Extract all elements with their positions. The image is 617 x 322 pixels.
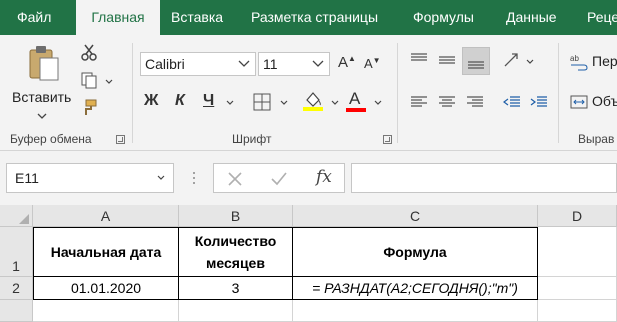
align-bottom-button[interactable]: [462, 47, 490, 75]
align-top-icon[interactable]: [410, 53, 428, 67]
font-color-button[interactable]: A: [346, 89, 368, 113]
resize-handle-icon[interactable]: [192, 171, 196, 185]
group-divider: [558, 43, 559, 143]
font-group-label: Шрифт: [232, 132, 272, 146]
merge-cells-icon: [570, 95, 588, 109]
decrease-indent-icon[interactable]: [503, 95, 521, 109]
cut-icon[interactable]: [80, 43, 98, 61]
chevron-down-icon: [238, 60, 250, 67]
underline-button[interactable]: Ч: [203, 92, 223, 114]
column-header-a[interactable]: A: [33, 205, 179, 227]
tab-data[interactable]: Данные: [506, 0, 557, 35]
tab-page-layout[interactable]: Разметка страницы: [251, 0, 378, 35]
increase-indent-icon[interactable]: [530, 95, 548, 109]
row-header-3[interactable]: [0, 300, 33, 322]
tab-file[interactable]: Файл: [17, 0, 51, 35]
cell-d1[interactable]: [538, 227, 617, 277]
shrink-font-button[interactable]: A▼: [364, 56, 382, 76]
chevron-down-icon[interactable]: [280, 100, 288, 105]
caret-down-icon: ▼: [372, 56, 381, 65]
tab-review[interactable]: Реце: [587, 0, 617, 35]
cell-b1[interactable]: Количество месяцев: [179, 227, 293, 277]
chevron-down-icon[interactable]: [105, 79, 113, 84]
tab-insert[interactable]: Вставка: [171, 0, 223, 35]
italic-button[interactable]: К: [175, 92, 195, 114]
clipboard-group-label: Буфер обмена: [10, 132, 92, 146]
column-header-d[interactable]: D: [538, 205, 617, 227]
font-color-label: A: [349, 89, 361, 108]
chevron-down-icon[interactable]: [374, 100, 382, 105]
cell-b3[interactable]: [179, 300, 293, 322]
worksheet-grid: A B C D 1 2 Начальная дата Количество ме…: [0, 205, 617, 322]
cancel-icon[interactable]: [227, 171, 243, 187]
clipboard-dialog-launcher[interactable]: [116, 135, 125, 144]
formula-buttons: fx: [213, 163, 345, 193]
column-header-b[interactable]: B: [179, 205, 293, 227]
shrink-font-label: A: [364, 56, 373, 71]
align-middle-icon[interactable]: [438, 53, 456, 67]
format-painter-icon[interactable]: [80, 99, 98, 117]
column-header-c[interactable]: C: [293, 205, 538, 227]
font-name-select[interactable]: Calibri: [140, 52, 256, 76]
font-size-select[interactable]: 11: [258, 52, 330, 76]
row-header-2[interactable]: 2: [0, 277, 33, 300]
row-header-1[interactable]: 1: [0, 227, 33, 277]
select-all-corner[interactable]: [0, 205, 33, 227]
tab-home[interactable]: Главная: [76, 0, 160, 36]
merge-center-label: Объ: [592, 93, 617, 109]
caret-up-icon: ▲: [348, 54, 356, 63]
paste-button[interactable]: Вставить: [6, 43, 76, 128]
cell-a2[interactable]: 01.01.2020: [33, 277, 179, 300]
group-divider: [397, 43, 398, 143]
select-all-icon: [19, 214, 29, 224]
align-left-icon[interactable]: [410, 95, 428, 109]
chevron-down-icon[interactable]: [526, 59, 534, 64]
font-dialog-launcher[interactable]: [383, 135, 392, 144]
align-bottom-icon: [468, 61, 484, 69]
font-name-value: Calibri: [145, 56, 185, 72]
chevron-down-icon[interactable]: [226, 100, 234, 105]
ribbon-tab-bar: Файл Главная Вставка Разметка страницы Ф…: [0, 0, 617, 36]
wrap-text-button[interactable]: ab Пер: [568, 51, 617, 73]
cell-a1[interactable]: Начальная дата: [33, 227, 179, 277]
ribbon: Вставить Буфер обмена Calibri 11 A▲ A▼ Ж…: [0, 35, 617, 151]
font-color-swatch: [346, 108, 366, 112]
merge-center-button[interactable]: Объ: [568, 91, 617, 113]
fill-color-icon[interactable]: [302, 90, 324, 112]
cell-b2[interactable]: 3: [179, 277, 293, 300]
name-box[interactable]: E11: [6, 163, 174, 193]
cell-d2[interactable]: [538, 277, 617, 300]
paste-label: Вставить: [12, 89, 72, 105]
wrap-text-icon: ab: [570, 54, 588, 71]
copy-icon[interactable]: [80, 71, 98, 89]
insert-function-button[interactable]: fx: [316, 167, 332, 187]
align-right-icon[interactable]: [466, 95, 484, 109]
formula-input[interactable]: [351, 163, 617, 193]
chevron-down-icon: [312, 60, 324, 67]
orientation-icon[interactable]: [502, 51, 522, 69]
cell-c3[interactable]: [293, 300, 538, 322]
alignment-group-label: Вырав: [578, 132, 615, 146]
cell-c2[interactable]: = РАЗНДАТ(A2;СЕГОДНЯ();"m"): [293, 277, 538, 300]
grow-font-button[interactable]: A▲: [338, 54, 356, 74]
cell-c1[interactable]: Формула: [293, 227, 538, 277]
chevron-down-icon: [37, 113, 47, 119]
tab-formulas[interactable]: Формулы: [413, 0, 474, 35]
cell-d3[interactable]: [538, 300, 617, 322]
cell-a3[interactable]: [33, 300, 179, 322]
bold-button[interactable]: Ж: [144, 92, 164, 114]
wrap-text-label: Пер: [592, 53, 617, 69]
chevron-down-icon[interactable]: [331, 100, 339, 105]
align-center-icon[interactable]: [438, 95, 456, 109]
name-box-value: E11: [15, 170, 39, 186]
chevron-down-icon: [157, 175, 165, 180]
font-size-value: 11: [263, 56, 278, 72]
svg-text:ab: ab: [570, 54, 579, 63]
group-divider: [132, 43, 133, 143]
grow-font-label: A: [338, 54, 349, 71]
paste-icon: [29, 46, 59, 81]
enter-icon[interactable]: [270, 171, 288, 187]
formula-bar: E11 fx: [0, 151, 617, 205]
borders-icon[interactable]: [253, 93, 271, 111]
